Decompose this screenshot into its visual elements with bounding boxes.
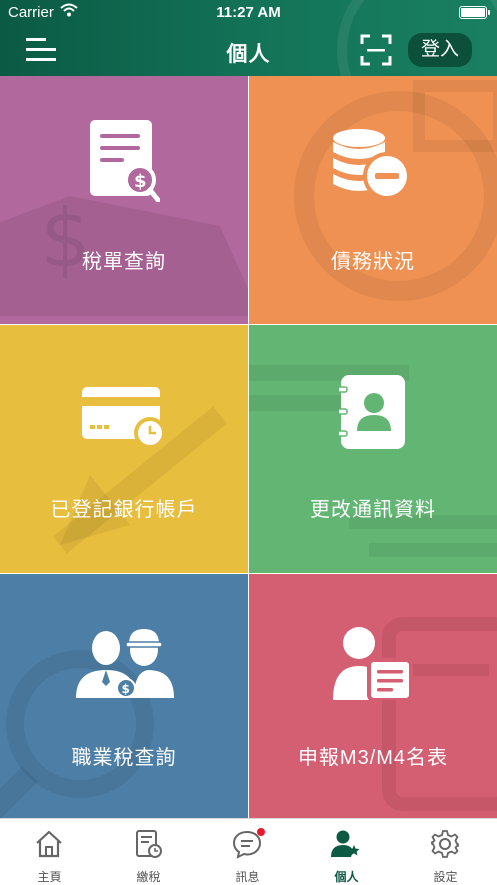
tile-professional-tax-inquiry[interactable]: $ 職業稅查詢 bbox=[0, 574, 248, 818]
tax-bill-search-icon: $ bbox=[90, 120, 160, 202]
tab-label: 主頁 bbox=[37, 870, 62, 884]
navigation-header: Carrier 11:27 AM 個人 登入 bbox=[0, 0, 497, 76]
svg-text:$: $ bbox=[134, 171, 147, 192]
scan-icon[interactable] bbox=[360, 34, 392, 66]
tile-submit-m3-m4-list[interactable]: 申報M3/M4名表 bbox=[249, 574, 497, 818]
tile-debt-status[interactable]: 債務狀況 bbox=[249, 76, 497, 324]
tile-label: 債務狀況 bbox=[331, 251, 415, 273]
tab-label: 訊息 bbox=[235, 870, 260, 884]
tab-settings[interactable]: 設定 bbox=[396, 819, 495, 884]
debt-coins-icon bbox=[333, 129, 411, 200]
settings-icon bbox=[431, 830, 459, 858]
unread-badge bbox=[257, 828, 265, 836]
tax-bill-icon bbox=[136, 830, 162, 858]
tile-label: 更改通訊資料 bbox=[310, 499, 436, 521]
tile-label: 已登記銀行帳戶 bbox=[50, 499, 198, 521]
tile-label: 稅單查詢 bbox=[82, 251, 166, 273]
tab-personal[interactable]: 個人 bbox=[297, 819, 396, 884]
login-button[interactable]: 登入 bbox=[408, 33, 472, 67]
clock-label: 11:27 AM bbox=[216, 4, 281, 21]
tab-label: 個人 bbox=[334, 870, 359, 884]
workers-icon: $ bbox=[76, 626, 174, 698]
tile-registered-bank-account[interactable]: 已登記銀行帳戶 bbox=[0, 325, 248, 573]
address-book-icon bbox=[339, 375, 405, 449]
tab-bar: 主頁 繳稅 訊息 個人 設定 bbox=[0, 818, 497, 884]
tile-label: 職業稅查詢 bbox=[71, 747, 177, 769]
tab-messages[interactable]: 訊息 bbox=[198, 819, 297, 884]
svg-text:$: $ bbox=[122, 682, 130, 696]
status-bar: Carrier 11:27 AM bbox=[0, 0, 497, 26]
personal-icon bbox=[331, 830, 360, 857]
tab-label: 繳稅 bbox=[136, 870, 161, 884]
tab-home[interactable]: 主頁 bbox=[0, 819, 99, 884]
tile-label: 申報M3/M4名表 bbox=[297, 747, 449, 769]
tile-tax-bill-inquiry[interactable]: $ $ 稅單查詢 bbox=[0, 76, 248, 324]
tab-pay-tax[interactable]: 繳稅 bbox=[99, 819, 198, 884]
person-document-icon bbox=[333, 627, 413, 700]
tab-label: 設定 bbox=[433, 870, 458, 884]
tile-change-contact-info[interactable]: 更改通訊資料 bbox=[249, 325, 497, 573]
decorative-background-arrow bbox=[53, 406, 227, 554]
home-icon bbox=[36, 830, 62, 858]
battery-icon bbox=[459, 6, 490, 19]
bank-card-clock-icon bbox=[82, 387, 166, 449]
